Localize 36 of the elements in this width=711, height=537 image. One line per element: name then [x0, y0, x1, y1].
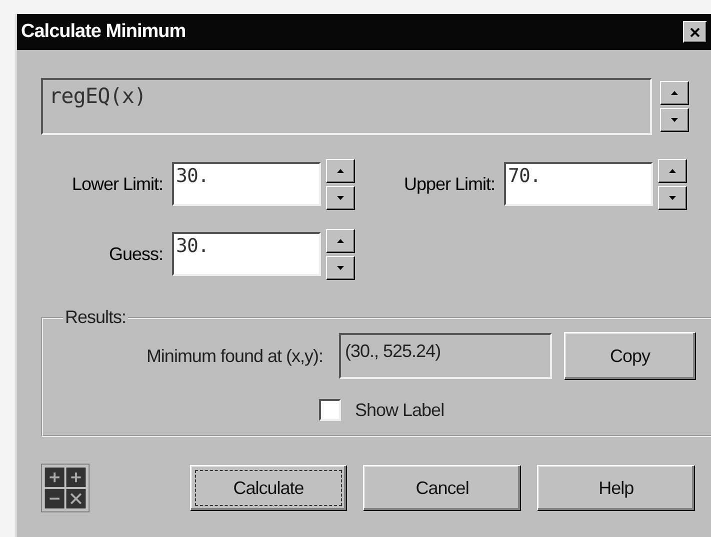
group-title: Results: [64, 307, 128, 328]
checkbox-label: Show Label [355, 400, 444, 420]
close-button[interactable] [683, 21, 707, 43]
result-field: (30., 525.24) [339, 333, 552, 379]
spin-down-button[interactable] [658, 186, 687, 210]
close-icon [690, 28, 700, 36]
expression-field[interactable]: regEQ(x) [41, 78, 652, 135]
calculator-icon [41, 463, 90, 513]
input-field[interactable]: 30. [172, 162, 321, 206]
spin-down-button[interactable] [660, 108, 689, 132]
copy-button[interactable]: Copy [564, 332, 696, 380]
spin-up-button[interactable] [326, 228, 355, 252]
up-arrow-icon [337, 238, 344, 242]
dialog-button[interactable]: Help [537, 465, 695, 511]
field-label: Lower Limit: [70, 174, 163, 194]
up-arrow-icon [337, 168, 344, 172]
down-arrow-icon [337, 266, 344, 270]
checkbox[interactable] [319, 399, 341, 421]
window-title: Calculate Minimum [21, 21, 186, 43]
spin-up-button[interactable] [660, 81, 689, 105]
result-label: Minimum found at (x,y): [145, 346, 323, 366]
dialog-button[interactable]: Cancel [363, 465, 522, 511]
input-field[interactable]: 70. [504, 162, 653, 206]
up-arrow-icon [671, 91, 678, 95]
field-label: Upper Limit: [402, 174, 495, 194]
input-field[interactable]: 30. [172, 232, 321, 276]
up-arrow-icon [669, 168, 676, 172]
spin-up-button[interactable] [658, 158, 687, 182]
spin-down-button[interactable] [326, 186, 355, 210]
dialog-button[interactable]: Calculate [190, 465, 348, 511]
down-arrow-icon [671, 118, 678, 122]
spin-up-button[interactable] [326, 158, 355, 182]
down-arrow-icon [669, 196, 676, 200]
spin-down-button[interactable] [326, 256, 355, 280]
down-arrow-icon [337, 196, 344, 200]
field-label: Guess: [108, 244, 163, 264]
